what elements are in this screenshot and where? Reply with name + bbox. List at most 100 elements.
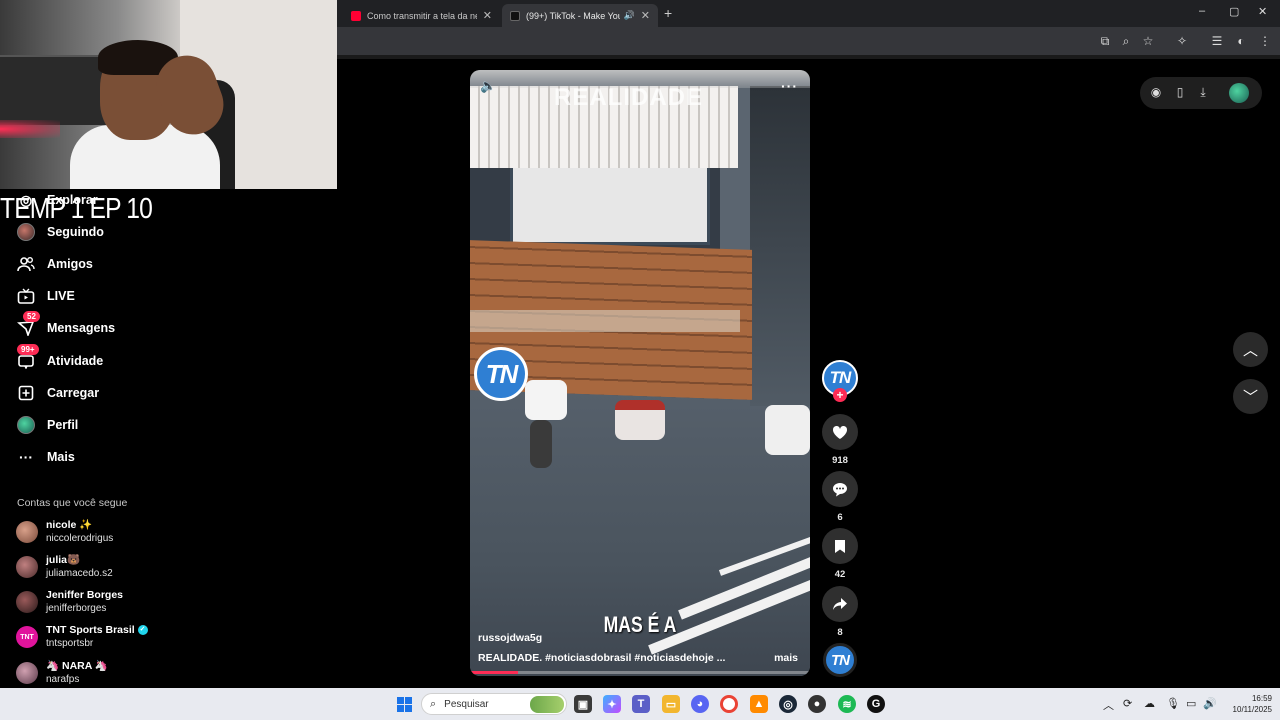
- minimize-button[interactable]: –: [1199, 5, 1205, 17]
- video-scene-person: [615, 400, 665, 440]
- close-tab-icon[interactable]: ✕: [641, 9, 650, 22]
- discord-icon[interactable]: ◕: [691, 695, 709, 713]
- following-account-julia[interactable]: julia🐻 juliamacedo.s2: [16, 552, 176, 582]
- description-prefix: REALIDADE.: [478, 652, 543, 664]
- obs-icon[interactable]: ●: [808, 695, 826, 713]
- following-icon-wrap: [17, 223, 35, 241]
- chrome-icon[interactable]: [720, 695, 738, 713]
- webcam-desk: [0, 55, 110, 125]
- taskbar-search-box[interactable]: ⌕ Pesquisar: [421, 693, 567, 715]
- tab-tiktok[interactable]: (99+) TikTok - Make Your Da 🔊 ✕: [502, 4, 658, 27]
- app-g-icon[interactable]: G: [867, 695, 885, 713]
- video-author[interactable]: russojdwa5g: [478, 632, 542, 644]
- share-button[interactable]: [822, 586, 858, 622]
- bookmark-star-icon[interactable]: ☆: [1141, 34, 1155, 48]
- vlc-icon[interactable]: ▲: [750, 695, 768, 713]
- account-name: TNT Sports Brasil ✓: [46, 624, 148, 637]
- copilot-icon[interactable]: ✦: [603, 695, 621, 713]
- description-ellipsis: ...: [716, 652, 726, 664]
- close-tab-icon[interactable]: ✕: [483, 9, 492, 22]
- volume-icon[interactable]: 🔈: [480, 78, 496, 94]
- speaker-icon[interactable]: 🔊: [624, 10, 635, 21]
- video-progress-bar[interactable]: [470, 671, 810, 674]
- task-view-icon[interactable]: ▣: [574, 695, 592, 713]
- account-handle: narafps: [46, 674, 80, 685]
- following-section-title: Contas que você segue: [17, 497, 128, 509]
- profile-icon[interactable]: ◐: [1234, 34, 1248, 48]
- previous-video-button[interactable]: ︿: [1233, 332, 1268, 367]
- account-handle: juliamacedo.s2: [46, 568, 113, 579]
- share-arrow-icon: [833, 598, 847, 610]
- following-account-text: Jeniffer Borges jenifferborges: [46, 589, 123, 615]
- following-account-tnt[interactable]: TNT TNT Sports Brasil ✓ tntsportsbr: [16, 622, 176, 652]
- friends-icon: [17, 255, 35, 273]
- following-account-nicole[interactable]: nicole ✨ niccolerodrigus: [16, 517, 176, 547]
- download-icon[interactable]: ⤓: [1196, 85, 1210, 100]
- like-button[interactable]: [822, 414, 858, 450]
- browser-menu-icon[interactable]: ⋮: [1258, 34, 1272, 48]
- comment-button[interactable]: [822, 471, 858, 507]
- windows-start-icon[interactable]: [397, 697, 412, 712]
- more-options-icon[interactable]: ···: [781, 78, 798, 94]
- sidebar-item-amigos[interactable]: Amigos: [17, 252, 167, 276]
- hashtag-link[interactable]: #noticiasdobrasil: [545, 652, 631, 664]
- search-icon: ⌕: [430, 697, 437, 710]
- sidebar-item-mais[interactable]: ··· Mais: [17, 445, 167, 469]
- phone-icon[interactable]: ▯: [1173, 85, 1187, 99]
- sidebar-item-perfil[interactable]: Perfil: [17, 413, 167, 437]
- sidebar-item-atividade[interactable]: 99+ Atividade: [17, 344, 167, 373]
- account-name-text: TNT Sports Brasil: [46, 624, 135, 636]
- sidebar-item-label: Mais: [47, 450, 75, 464]
- account-name: julia🐻: [46, 554, 81, 566]
- taskbar-clock[interactable]: 16:59 10/11/2025: [1228, 693, 1272, 715]
- tray-sync-icon[interactable]: ⟳: [1123, 697, 1132, 710]
- music-disc-avatar[interactable]: TN: [823, 643, 857, 677]
- webcam-overlay: [0, 0, 337, 189]
- extensions-icon[interactable]: ✧: [1175, 34, 1189, 48]
- restore-button[interactable]: ▢: [1229, 5, 1239, 18]
- user-avatar[interactable]: [1229, 83, 1249, 103]
- next-video-button[interactable]: ﹀: [1233, 379, 1268, 414]
- following-account-jeniffer[interactable]: Jeniffer Borges jenifferborges: [16, 587, 176, 617]
- spotify-icon[interactable]: ≋: [838, 695, 856, 713]
- avatar: [16, 662, 38, 684]
- heart-icon: [832, 425, 848, 439]
- save-button[interactable]: [822, 528, 858, 564]
- close-window-button[interactable]: ✕: [1258, 5, 1267, 18]
- tray-chevron-up-icon[interactable]: ︿: [1103, 697, 1114, 713]
- more-description-link[interactable]: mais: [774, 652, 798, 664]
- cast-icon[interactable]: ⧉: [1098, 34, 1112, 49]
- sidebar-item-label: Mensagens: [47, 321, 116, 335]
- video-watermark: REALIDADE: [554, 84, 704, 111]
- file-explorer-icon[interactable]: ▭: [662, 695, 680, 713]
- sidebar-item-seguindo[interactable]: Seguindo: [17, 220, 167, 244]
- sidebar-item-carregar[interactable]: Carregar: [17, 381, 167, 405]
- coin-icon[interactable]: ◉: [1149, 85, 1163, 99]
- tray-network-icon[interactable]: ▭: [1186, 697, 1196, 710]
- hashtag-link[interactable]: #noticiasdehoje: [634, 652, 713, 664]
- avatar: [16, 521, 38, 543]
- zoom-icon[interactable]: ⌕: [1119, 34, 1133, 49]
- video-player[interactable]: REALIDADE TN 🔈 ··· MAS É A russojdwa5g R…: [470, 70, 810, 676]
- verified-icon: ✓: [137, 625, 148, 636]
- account-name: Jeniffer Borges: [46, 589, 124, 601]
- page-top-strip: [337, 55, 1280, 59]
- sidebar-item-mensagens[interactable]: 52 Mensagens: [17, 311, 167, 340]
- sidebar-item-live[interactable]: LIVE: [17, 284, 167, 308]
- video-scene-plaster: [470, 310, 740, 332]
- reading-list-icon[interactable]: ☰: [1210, 34, 1224, 48]
- tab-youtube[interactable]: Como transmitir a tela da netfli ✕: [343, 4, 500, 27]
- new-tab-button[interactable]: +: [664, 5, 672, 21]
- comment-count: 6: [837, 512, 843, 523]
- follow-plus-icon[interactable]: +: [833, 388, 847, 402]
- steam-icon[interactable]: ◎: [779, 695, 797, 713]
- following-account-text: TNT Sports Brasil ✓ tntsportsbr: [46, 624, 148, 650]
- avatar: [16, 556, 38, 578]
- tray-volume-icon[interactable]: 🔊: [1203, 697, 1217, 710]
- clock-date: 10/11/2025: [1232, 705, 1272, 714]
- tray-mic-icon[interactable]: 🎙: [1166, 697, 1180, 710]
- tab-title: (99+) TikTok - Make Your Da: [526, 10, 620, 21]
- tray-cloud-icon[interactable]: ☁: [1144, 697, 1155, 710]
- teams-icon[interactable]: T: [632, 695, 650, 713]
- following-account-nara[interactable]: 🦄 NARA 🦄 narafps: [16, 658, 176, 688]
